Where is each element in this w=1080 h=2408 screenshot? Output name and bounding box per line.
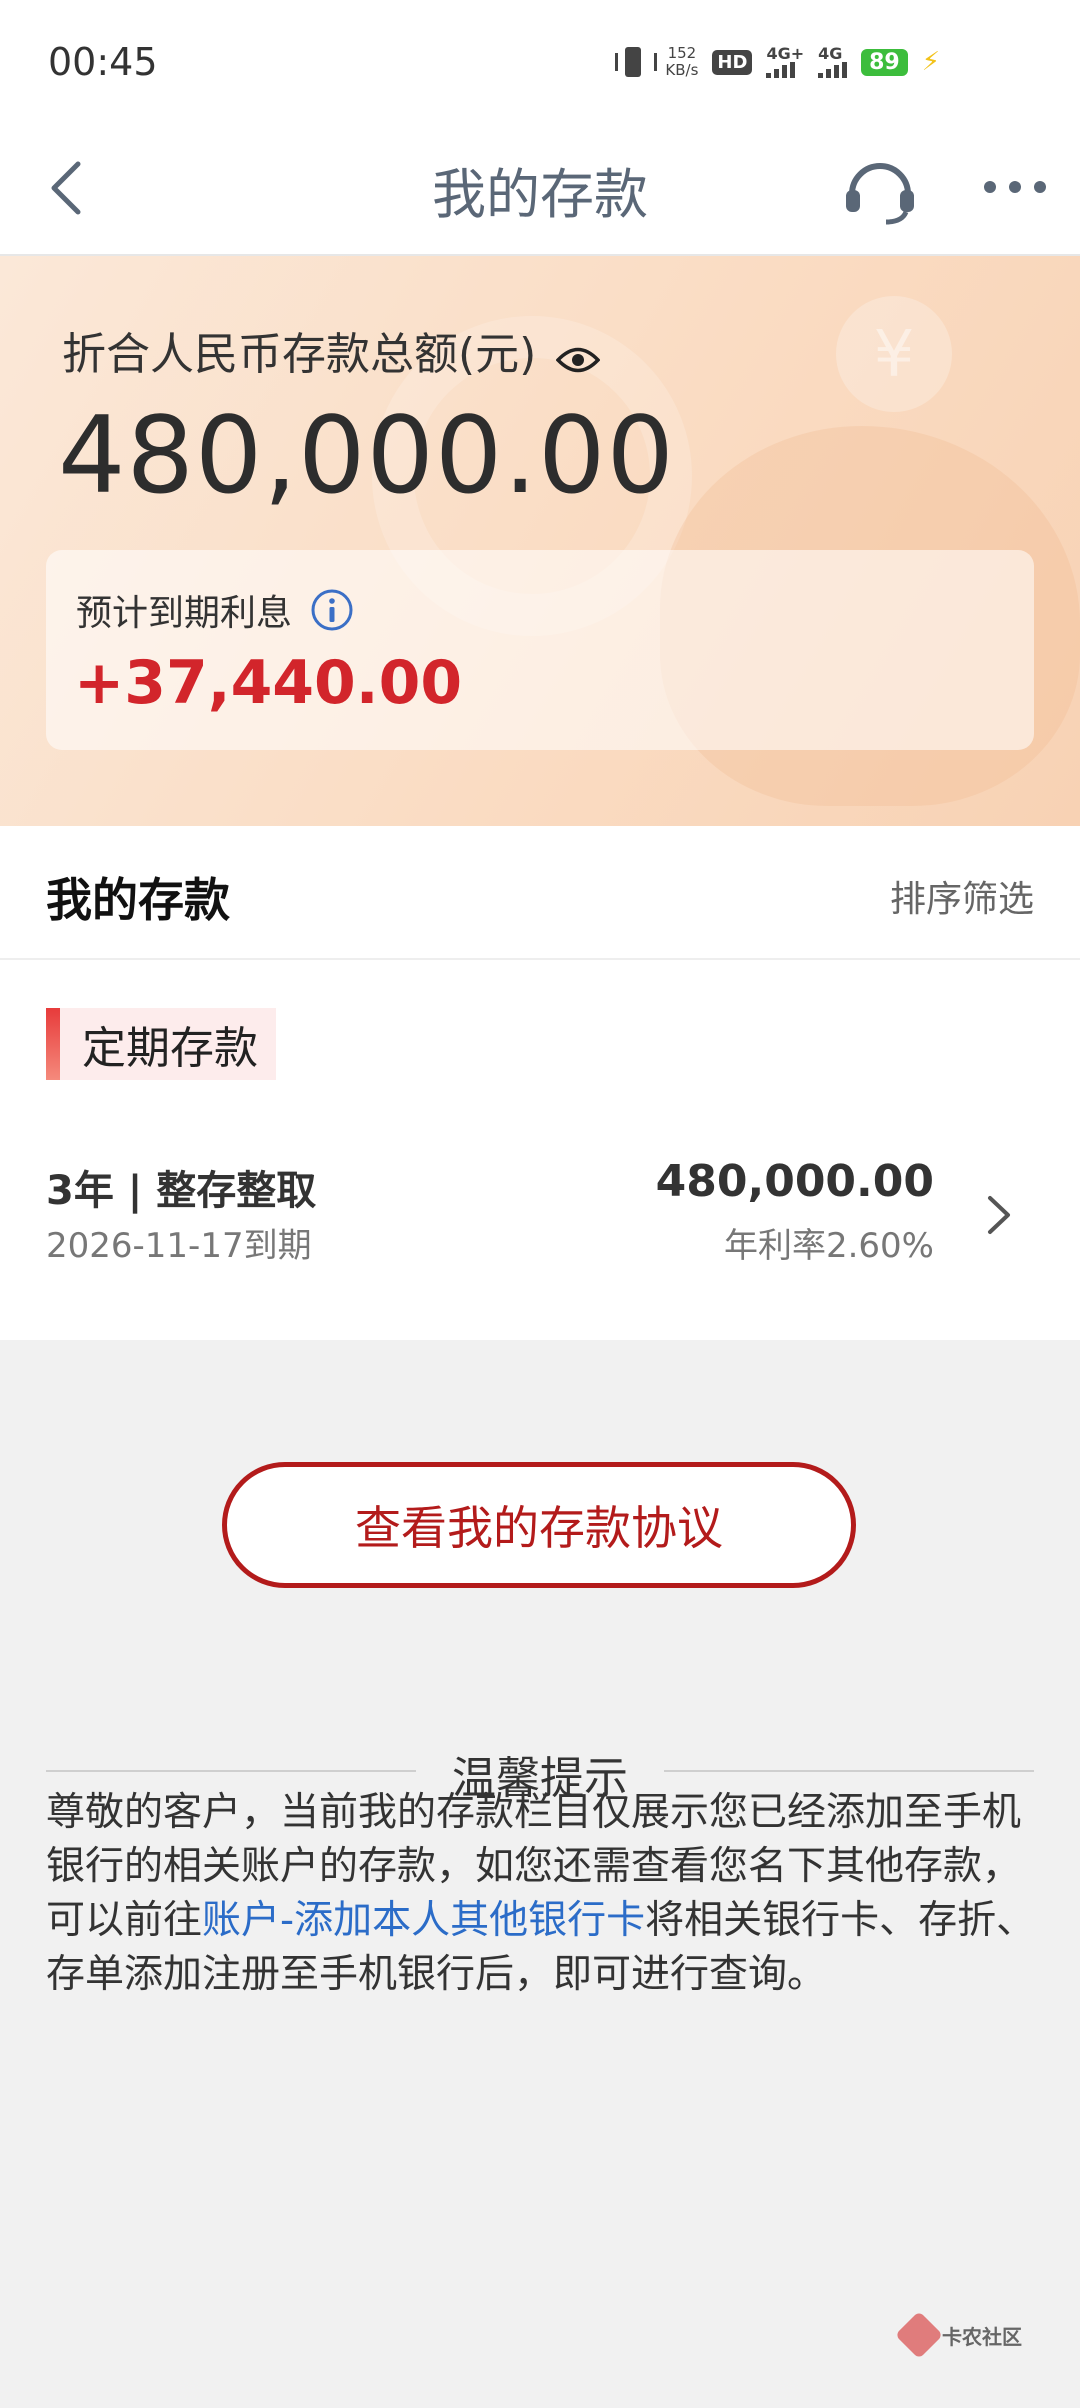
add-bank-card-link[interactable]: 账户-添加本人其他银行卡 — [202, 1898, 645, 1943]
watermark: 卡农社区 — [894, 2310, 1022, 2360]
watermark-logo — [894, 2310, 944, 2360]
status-time: 00:45 — [48, 40, 158, 84]
deposit-summary-card: ¥ 折合人民币存款总额(元) 480,000.00 预计到期利息 +37,440… — [0, 256, 1080, 826]
battery-level: 89 — [861, 48, 908, 76]
tips-text: 尊敬的客户，当前我的存款栏目仅展示您已经添加至手机银行的相关账户的存款，如您还需… — [46, 1786, 1036, 2002]
coin-symbol: ¥ — [873, 318, 915, 392]
interest-box: 预计到期利息 +37,440.00 — [46, 550, 1034, 750]
interest-label-text: 预计到期利息 — [76, 593, 293, 634]
network-speed: 152 KB/s — [665, 45, 698, 79]
deposit-name: 3年 | 整存整取 — [46, 1168, 317, 1214]
deposit-rate: 年利率2.60% — [723, 1226, 934, 1266]
headset-icon[interactable] — [840, 154, 920, 226]
signal-1-label: 4G+ — [766, 44, 805, 63]
watermark-text: 卡农社区 — [942, 2324, 1022, 2349]
nav-bar: 我的存款 — [0, 120, 1080, 256]
vibrate-icon — [615, 47, 658, 77]
eye-icon[interactable] — [555, 335, 601, 373]
sort-filter-button[interactable]: 排序筛选 — [890, 870, 1034, 922]
charging-icon: ⚡ — [921, 47, 940, 77]
view-agreement-button[interactable]: 查看我的存款协议 — [222, 1462, 856, 1588]
total-amount: 480,000.00 — [58, 394, 675, 517]
info-icon[interactable] — [310, 588, 354, 632]
signal-2-icon: 4G — [818, 44, 848, 78]
deposit-due-date: 2026-11-17到期 — [46, 1226, 312, 1266]
signal-1-icon: 4G+ — [766, 46, 804, 78]
deposit-list: 定期存款 3年 | 整存整取 2026-11-17到期 480,000.00 年… — [0, 960, 1080, 1340]
network-speed-value: 152 — [667, 44, 697, 62]
category-accent-bar — [46, 1008, 60, 1080]
total-label: 折合人民币存款总额(元) — [62, 318, 601, 382]
deposits-section-title: 我的存款 — [46, 873, 230, 927]
status-icons: 152 KB/s HD 4G+ 4G 89 ⚡ — [615, 42, 940, 82]
more-icon[interactable] — [980, 172, 1050, 202]
interest-value: +37,440.00 — [74, 648, 463, 718]
hd-icon: HD — [712, 49, 753, 75]
interest-label: 预计到期利息 — [76, 584, 354, 636]
total-label-text: 折合人民币存款总额(元) — [62, 329, 537, 380]
network-speed-unit: KB/s — [665, 61, 699, 79]
deposits-section-header: 我的存款 排序筛选 — [0, 826, 1080, 960]
coin-icon: ¥ — [836, 296, 952, 412]
signal-2-label: 4G — [818, 44, 843, 63]
chevron-right-icon — [984, 1190, 1014, 1240]
status-bar: 00:45 152 KB/s HD 4G+ 4G 89 ⚡ — [0, 0, 1080, 120]
category-label: 定期存款 — [82, 1023, 258, 1074]
deposit-amount: 480,000.00 — [655, 1156, 934, 1207]
deposit-item[interactable]: 3年 | 整存整取 2026-11-17到期 480,000.00 年利率2.6… — [0, 1150, 1080, 1320]
category-tag: 定期存款 — [46, 1008, 276, 1080]
